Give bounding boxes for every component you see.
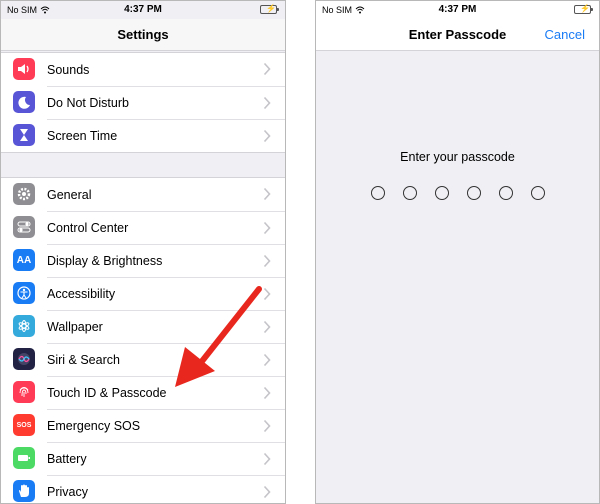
hand-icon (13, 480, 35, 502)
settings-row-display-brightness[interactable]: AA Display & Brightness (1, 244, 285, 277)
nav-bar: Settings (1, 19, 285, 51)
gear-icon (13, 183, 35, 205)
settings-row-privacy[interactable]: Privacy (1, 475, 285, 503)
row-label: Screen Time (47, 129, 118, 143)
row-label: Sounds (47, 62, 90, 77)
page-title: Enter Passcode (408, 27, 507, 42)
battery-charging-icon: ⚡ (574, 5, 593, 14)
row-label: Siri & Search (47, 353, 120, 367)
battery-charging-icon: ⚡ (260, 5, 279, 14)
row-label: General (47, 187, 92, 202)
passcode-digit-dot (498, 186, 513, 200)
moon-icon (13, 91, 35, 113)
sos-icon: SOS (13, 414, 35, 436)
passcode-digit-dot (402, 186, 417, 200)
passcode-dots[interactable] (316, 186, 599, 200)
chevron-right-icon (263, 419, 271, 433)
row-label: Accessibility (47, 287, 116, 301)
chevron-right-icon (263, 62, 271, 76)
chevron-right-icon (263, 96, 271, 110)
fingerprint-icon (13, 381, 35, 403)
passcode-prompt: Enter your passcode (400, 150, 515, 164)
row-label: Emergency SOS (47, 419, 141, 433)
passcode-area: Enter your passcode (316, 52, 599, 503)
siri-icon (13, 348, 35, 370)
passcode-digit-dot (370, 186, 385, 200)
row-label: Battery (47, 452, 87, 466)
row-label: Wallpaper (47, 320, 103, 334)
settings-screen: No SIM 4:37 PM ⚡ Settings Sounds Do Not D… (0, 0, 286, 504)
chevron-right-icon (263, 452, 271, 466)
chevron-right-icon (263, 187, 271, 201)
hourglass-icon (13, 124, 35, 146)
status-time: 4:37 PM (124, 4, 162, 15)
chevron-right-icon (263, 129, 271, 143)
battery-icon (13, 447, 35, 469)
passcode-digit-dot (466, 186, 481, 200)
status-time: 4:37 PM (438, 4, 477, 15)
speaker-icon (13, 58, 35, 80)
passcode-digit-dot (530, 186, 545, 200)
row-label: Touch ID & Passcode (47, 386, 167, 400)
row-label: Do Not Disturb (47, 96, 129, 110)
row-label: Privacy (47, 485, 88, 499)
settings-row-control-center[interactable]: Control Center (1, 211, 285, 244)
nav-bar: Enter Passcode Cancel (316, 19, 599, 51)
passcode-digit-dot (434, 186, 449, 200)
settings-row-do-not-disturb[interactable]: Do Not Disturb (1, 86, 285, 119)
settings-row-sounds[interactable]: Sounds (1, 53, 285, 86)
settings-row-emergency-sos[interactable]: SOS Emergency SOS (1, 409, 285, 442)
passcode-screen: No SIM 4:37 PM ⚡ Enter Passcode Cancel E… (315, 0, 600, 504)
row-label: Display & Brightness (47, 254, 163, 268)
accessibility-icon (13, 282, 35, 304)
page-title: Settings (117, 27, 169, 42)
red-arrow-annotation (175, 286, 262, 387)
toggles-icon (13, 216, 35, 238)
text-size-icon: AA (13, 249, 35, 271)
flower-icon (13, 315, 35, 337)
settings-row-screen-time[interactable]: Screen Time (1, 119, 285, 152)
cancel-button[interactable]: Cancel (545, 19, 585, 51)
status-bar: No SIM 4:37 PM ⚡ (1, 1, 285, 19)
settings-row-battery[interactable]: Battery (1, 442, 285, 475)
settings-row-general[interactable]: General (1, 178, 285, 211)
row-label: Control Center (47, 221, 129, 235)
settings-group-sound: Sounds Do Not Disturb Screen Time (1, 52, 285, 153)
chevron-right-icon (263, 254, 271, 268)
chevron-right-icon (263, 485, 271, 499)
chevron-right-icon (263, 221, 271, 235)
status-bar: No SIM 4:37 PM ⚡ (316, 1, 599, 19)
